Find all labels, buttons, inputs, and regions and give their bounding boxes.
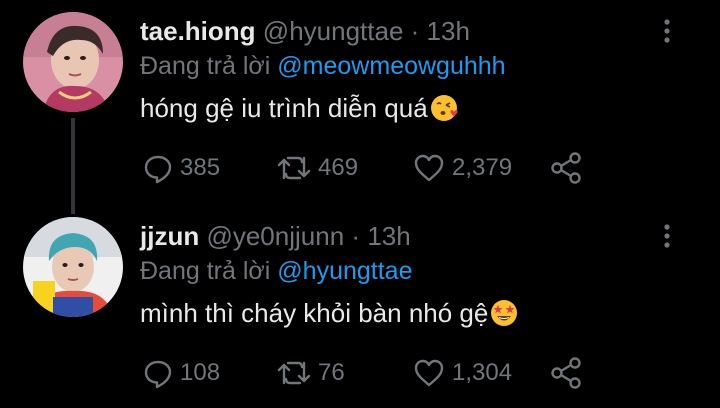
more-options-icon[interactable] [655, 221, 679, 251]
tweet-text: hóng gệ iu trình diễn quá [140, 90, 459, 132]
reply-count: 108 [180, 359, 221, 386]
tweet[interactable]: tae.hiong @hyungttae · 13h Đang trả lời … [0, 0, 720, 214]
star-struck-icon [489, 298, 519, 337]
reply-prefix: Đang trả lời [140, 52, 271, 80]
reply-button[interactable]: 108 [142, 353, 220, 393]
face-blowing-a-kiss-icon [429, 93, 459, 132]
retweet-count: 469 [318, 154, 359, 181]
tweet-actions: 385 469 2,379 [0, 148, 720, 188]
share-icon [549, 151, 583, 185]
reply-icon [142, 152, 174, 184]
avatar[interactable] [23, 12, 123, 112]
retweet-icon [276, 357, 312, 389]
like-button[interactable]: 2,379 [412, 148, 512, 188]
reply-button[interactable]: 385 [142, 148, 220, 188]
share-button[interactable] [549, 148, 583, 188]
like-count: 1,304 [452, 359, 513, 386]
reply-count: 385 [180, 154, 221, 181]
reply-context: Đang trả lời @hyungttae [140, 255, 413, 287]
timestamp[interactable]: 13h [427, 16, 470, 46]
reply-context: Đang trả lời @meowmeowguhhh [140, 50, 506, 82]
share-icon [549, 356, 583, 390]
tweet-header: tae.hiong @hyungttae · 13h [140, 14, 470, 48]
tweet-text: mình thì cháy khỏi bàn nhó gệ [140, 295, 519, 337]
tweet-actions: 108 76 1,304 [0, 353, 720, 393]
reply-to-mention[interactable]: @hyungttae [277, 257, 412, 285]
like-button[interactable]: 1,304 [412, 353, 512, 393]
retweet-count: 76 [318, 359, 345, 386]
tweet[interactable]: jjzun @ye0njjunn · 13h Đang trả lời @hyu… [0, 205, 720, 408]
like-count: 2,379 [452, 154, 513, 181]
heart-icon [412, 152, 446, 184]
more-options-icon[interactable] [655, 16, 679, 46]
tweet-text-content: hóng gệ iu trình diễn quá [140, 93, 428, 123]
display-name[interactable]: jjzun [140, 221, 199, 251]
retweet-button[interactable]: 469 [276, 148, 358, 188]
reply-icon [142, 357, 174, 389]
separator-dot: · [410, 16, 420, 46]
timestamp[interactable]: 13h [367, 221, 410, 251]
reply-prefix: Đang trả lời [140, 257, 271, 285]
display-name[interactable]: tae.hiong [140, 16, 256, 46]
tweet-text-content: mình thì cháy khỏi bàn nhó gệ [140, 298, 489, 328]
reply-to-mention[interactable]: @meowmeowguhhh [277, 52, 505, 80]
retweet-icon [276, 152, 312, 184]
handle[interactable]: @hyungttae [263, 16, 404, 46]
avatar[interactable] [23, 217, 123, 317]
separator-dot: · [351, 221, 361, 251]
tweet-header: jjzun @ye0njjunn · 13h [140, 219, 411, 253]
heart-icon [412, 357, 446, 389]
retweet-button[interactable]: 76 [276, 353, 345, 393]
share-button[interactable] [549, 353, 583, 393]
handle[interactable]: @ye0njjunn [206, 221, 344, 251]
